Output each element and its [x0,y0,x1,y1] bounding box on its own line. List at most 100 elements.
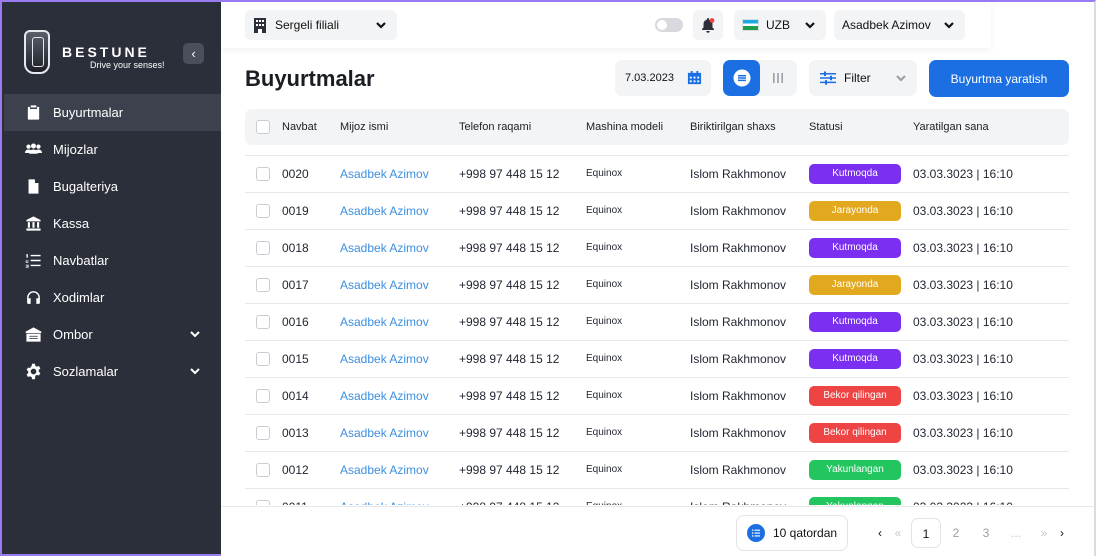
last-page-button[interactable]: » [1035,518,1053,548]
cell-car-model: Equinox [586,279,623,290]
row-checkbox[interactable] [256,204,270,218]
sidebar-item-sozlamalar[interactable]: Sozlamalar [4,353,221,390]
warehouse-icon [24,326,42,344]
list-view-button[interactable] [723,60,760,96]
next-page-button[interactable]: › [1055,518,1069,548]
status-badge: Yakunlangan [809,497,901,505]
date-picker[interactable]: 7.03.2023 [615,60,711,96]
cell-created-date: 03.03.3023 | 16:10 [913,204,1013,218]
row-checkbox[interactable] [256,389,270,403]
brand-name: BESTUNE [62,44,150,60]
cell-assignee: Islom Rakhmonov [690,352,787,366]
column-header-client[interactable]: Mijoz ismi [340,121,388,133]
column-header-phone[interactable]: Telefon raqami [459,121,531,133]
filter-button-label: Filter [844,71,871,85]
sidebar-item-navbatlar[interactable]: Navbatlar [4,242,221,279]
branch-select-value: Sergeli filiali [275,18,340,32]
table-row[interactable]: 0014 Asadbek Azimov +998 97 448 15 12 Equin… [245,377,1069,414]
cell-assignee: Islom Rakhmonov [690,426,787,440]
page-button-1[interactable]: 1 [911,518,941,548]
table-row[interactable]: 0015 Asadbek Azimov +998 97 448 15 12 Equin… [245,340,1069,377]
sidebar-item-kassa[interactable]: Kassa [4,205,221,242]
cell-client-link[interactable]: Asadbek Azimov [340,389,429,403]
cell-created-date: 03.03.3023 | 16:10 [913,389,1013,403]
cell-client-link[interactable]: Asadbek Azimov [340,278,429,292]
branch-select[interactable]: Sergeli filiali [245,10,397,40]
sidebar-item-bugalteriya[interactable]: Bugalteriya [4,168,221,205]
sidebar-item-xodimlar[interactable]: Xodimlar [4,279,221,316]
page-button-2[interactable]: 2 [947,518,965,548]
sidebar-item-mijozlar[interactable]: Mijozlar [4,131,221,168]
cell-client-link[interactable]: Asadbek Azimov [340,500,429,505]
cell-created-date: 03.03.3023 | 16:10 [913,500,1013,505]
table-row[interactable]: 0013 Asadbek Azimov +998 97 448 15 12 Equin… [245,414,1069,451]
row-checkbox[interactable] [256,352,270,366]
cell-assignee: Islom Rakhmonov [690,389,787,403]
row-checkbox[interactable] [256,241,270,255]
table-row[interactable]: 0019 Asadbek Azimov +998 97 448 15 12 Equin… [245,192,1069,229]
column-header-car[interactable]: Mashina modeli [586,121,663,133]
cell-queue: 0012 [282,463,309,477]
column-header-queue[interactable]: Navbat [282,121,317,133]
table-row[interactable]: 0020 Asadbek Azimov +998 97 448 15 12 Equin… [245,155,1069,192]
view-toggle [723,60,797,96]
brand-logo: BESTUNE Drive your senses! [24,30,204,80]
row-checkbox[interactable] [256,500,270,505]
row-checkbox[interactable] [256,426,270,440]
column-header-created[interactable]: Yaratilgan sana [913,121,989,133]
table-row[interactable]: 0012 Asadbek Azimov +998 97 448 15 12 Equin… [245,451,1069,488]
language-select-value: UZB [766,18,790,32]
select-all-checkbox[interactable] [256,120,270,134]
chevron-down-icon [895,72,907,84]
language-select[interactable]: UZB [734,10,826,40]
column-header-assignee[interactable]: Biriktirilgan shaxs [690,121,776,133]
cell-created-date: 03.03.3023 | 16:10 [913,463,1013,477]
column-header-status[interactable]: Statusi [809,121,843,133]
sidebar-collapse-button[interactable]: ‹ [183,43,204,64]
cell-phone: +998 97 448 15 12 [459,204,560,218]
cell-client-link[interactable]: Asadbek Azimov [340,426,429,440]
numbered-list-icon [24,252,42,270]
create-order-button[interactable]: Buyurtma yaratish [929,60,1069,97]
cell-client-link[interactable]: Asadbek Azimov [340,241,429,255]
cell-car-model: Equinox [586,390,623,401]
cell-client-link[interactable]: Asadbek Azimov [340,463,429,477]
table-footer: 10 qatordan ‹ « 1 2 3 ... » › [221,506,1094,556]
notifications-button[interactable] [693,10,723,40]
page-size-select[interactable]: 10 qatordan [736,515,848,551]
building-icon [254,18,266,33]
uzbekistan-flag-icon [742,19,759,31]
sidebar-item-label: Navbatlar [53,253,109,268]
first-page-button[interactable]: « [889,518,907,548]
cell-phone: +998 97 448 15 12 [459,352,560,366]
page-title: Buyurtmalar [245,66,375,91]
table-row[interactable]: 0011 Asadbek Azimov +998 97 448 15 12 Equin… [245,488,1069,505]
user-menu[interactable]: Asadbek Azimov [834,10,965,40]
cell-phone: +998 97 448 15 12 [459,241,560,255]
row-checkbox[interactable] [256,315,270,329]
cell-client-link[interactable]: Asadbek Azimov [340,352,429,366]
prev-page-button[interactable]: ‹ [873,518,887,548]
row-checkbox[interactable] [256,278,270,292]
row-checkbox[interactable] [256,167,270,181]
cell-queue: 0020 [282,167,309,181]
cell-client-link[interactable]: Asadbek Azimov [340,167,429,181]
sidebar-item-ombor[interactable]: Ombor [4,316,221,353]
user-menu-name: Asadbek Azimov [842,18,931,32]
row-checkbox[interactable] [256,463,270,477]
sidebar-item-label: Kassa [53,216,90,231]
table-row[interactable]: 0016 Asadbek Azimov +998 97 448 15 12 Equin… [245,303,1069,340]
table-header: Navbat Mijoz ismi Telefon raqami Mashina… [245,109,1069,145]
cell-client-link[interactable]: Asadbek Azimov [340,315,429,329]
pagination-ellipsis: ... [1010,526,1021,540]
theme-toggle[interactable] [655,18,683,32]
kanban-view-button[interactable] [766,69,790,87]
cell-client-link[interactable]: Asadbek Azimov [340,204,429,218]
table-row[interactable]: 0018 Asadbek Azimov +998 97 448 15 12 Equin… [245,229,1069,266]
filter-button[interactable]: Filter [809,60,917,96]
page-button-3[interactable]: 3 [977,518,995,548]
table-row[interactable]: 0017 Asadbek Azimov +998 97 448 15 12 Equin… [245,266,1069,303]
sidebar-item-buyurtmalar[interactable]: Buyurtmalar [4,94,221,131]
sidebar-item-label: Bugalteriya [53,179,119,194]
chevron-down-icon [189,328,201,340]
